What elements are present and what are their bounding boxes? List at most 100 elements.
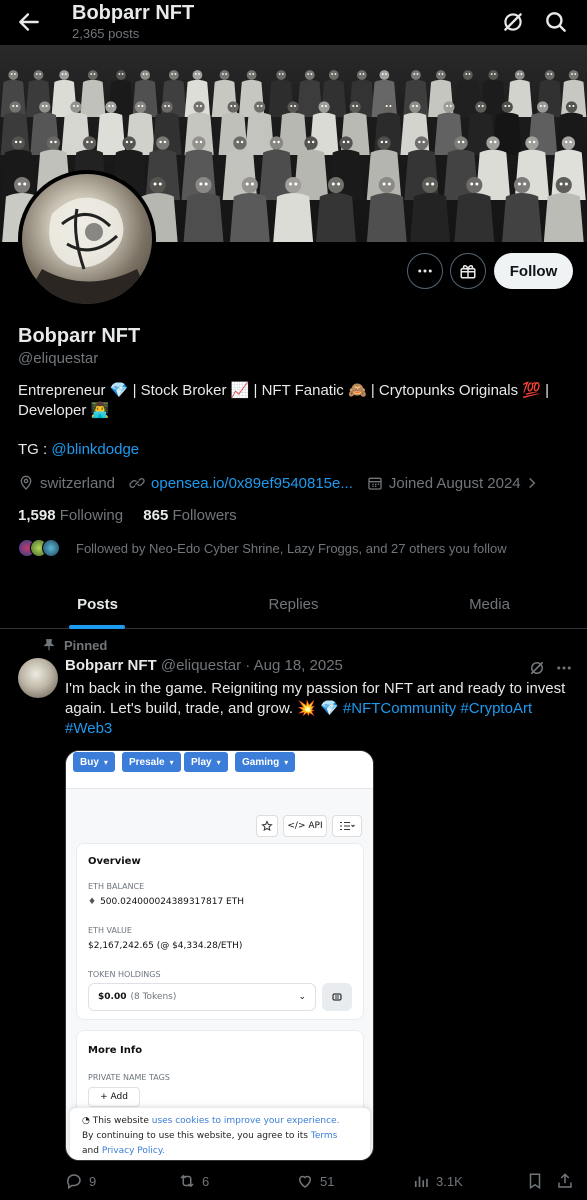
location-pin-icon	[20, 475, 32, 490]
grok-icon[interactable]	[500, 9, 526, 35]
media-cookie-line-1: ◔ This website uses cookies to improve y…	[82, 1114, 358, 1129]
pin-icon	[43, 639, 55, 651]
post-actions: 9 6 51 3.1K	[0, 1172, 587, 1194]
media-token-holdings-label: TOKEN HOLDINGS	[88, 970, 161, 979]
terms-link: Terms	[310, 1131, 338, 1141]
active-tab-indicator	[69, 625, 125, 629]
post-media-image[interactable]: </> API Overview ETH BALANCE ♦ 500.02400…	[65, 750, 374, 1161]
profile-meta: switzerland opensea.io/0x89ef9540815e...…	[18, 473, 545, 493]
bio-line-1: Entrepreneur 💎 | Stock Broker 📈 | NFT Fa…	[18, 382, 550, 399]
post-author-handle[interactable]: @eliquestar	[161, 657, 241, 674]
bookmark-button[interactable]	[526, 1172, 550, 1190]
location-item: switzerland	[18, 475, 115, 492]
media-overview-card: Overview ETH BALANCE ♦ 500.0240000243893…	[76, 843, 364, 1020]
media-star-icon	[256, 815, 278, 837]
post-author-avatar[interactable]	[18, 658, 58, 698]
bio-telegram: TG : @blinkdodge	[18, 441, 139, 458]
header-posts-count: 2,365 posts	[72, 26, 140, 41]
banner-figure	[297, 70, 323, 117]
followed-by-row[interactable]: Followed by Neo-Edo Cyber Shrine, Lazy F…	[18, 537, 507, 559]
follower-avatar	[42, 539, 60, 557]
post-more-icon[interactable]	[555, 659, 573, 677]
reply-count: 9	[89, 1173, 97, 1189]
cookie-prefix: This website	[92, 1116, 149, 1126]
media-eth-balance: ♦ 500.024000024389317817 ETH	[88, 897, 244, 907]
profile-bio: Entrepreneur 💎 | Stock Broker 📈 | NFT Fa…	[18, 381, 568, 421]
post-grok-icon[interactable]	[528, 659, 546, 677]
follow-button[interactable]: Follow	[494, 253, 573, 289]
tg-link[interactable]: @blinkdodge	[51, 441, 139, 458]
media-pill-play: Play ▾	[184, 752, 228, 772]
media-eth-value-label: ETH VALUE	[88, 926, 132, 935]
joined-text: Joined August 2024	[388, 474, 521, 492]
hashtag[interactable]: #NFTCommunity	[343, 700, 456, 717]
pinned-label: Pinned	[64, 637, 108, 653]
share-button[interactable]	[556, 1172, 580, 1190]
privacy-link: Privacy Policy.	[101, 1146, 165, 1156]
post-date[interactable]: Aug 18, 2025	[254, 657, 343, 674]
following-link[interactable]: 1,598 Following	[18, 507, 123, 524]
hashtag[interactable]: #Web3	[65, 720, 112, 737]
media-token-count: (8 Tokens)	[130, 992, 177, 1002]
website-link[interactable]: opensea.io/0x89ef9540815e...	[151, 475, 353, 492]
search-icon[interactable]	[543, 9, 569, 35]
like-button[interactable]: 51	[296, 1172, 334, 1190]
media-pill-gaming: Gaming ▾	[235, 752, 296, 772]
views-chart-icon	[414, 1176, 428, 1187]
reply-button[interactable]: 9	[65, 1172, 96, 1190]
header-title: Bobparr NFT	[72, 2, 195, 24]
media-api-button: </> API	[283, 815, 327, 837]
website-item[interactable]: opensea.io/0x89ef9540815e...	[129, 475, 353, 492]
media-private-tags-label: PRIVATE NAME TAGS	[88, 1073, 170, 1082]
media-chevron-down-icon: ⌄	[298, 992, 306, 1002]
media-overview-title: Overview	[88, 856, 141, 867]
post-text: I'm back in the game. Reigniting my pass…	[65, 679, 570, 739]
back-arrow-icon[interactable]	[16, 9, 42, 35]
location-text: switzerland	[40, 474, 116, 492]
repost-count: 6	[202, 1173, 210, 1189]
chevron-right-icon[interactable]	[525, 475, 539, 491]
banner-figure	[80, 70, 106, 117]
cookie-line-2-text: By continuing to use this website, you a…	[82, 1131, 308, 1141]
views-button[interactable]: 3.1K	[412, 1172, 463, 1190]
media-pill-presale: Presale ▾	[122, 752, 181, 772]
following-count: 1,598	[18, 507, 56, 524]
repost-button[interactable]: 6	[178, 1172, 209, 1190]
more-dots-icon	[418, 269, 432, 273]
followed-by-text: Followed by Neo-Edo Cyber Shrine, Lazy F…	[76, 540, 507, 556]
profile-handle: @eliquestar	[18, 350, 99, 367]
tab-media[interactable]: Media	[392, 580, 587, 628]
like-count: 51	[320, 1173, 335, 1189]
profile-tabs: Posts Replies Media	[0, 580, 587, 629]
view-count: 3.1K	[436, 1173, 463, 1189]
reply-icon	[67, 1174, 81, 1190]
bio-line-2: Developer 👨‍💻	[18, 402, 110, 419]
following-label: Following	[59, 507, 124, 524]
followers-count: 865	[143, 507, 169, 524]
link-icon	[129, 478, 145, 488]
media-add-button: + Add	[88, 1087, 140, 1107]
media-eth-value: $2,167,242.65 (@ $4,334.28/ETH)	[88, 941, 243, 951]
gift-button[interactable]	[450, 253, 486, 289]
pinned-indicator: Pinned	[42, 636, 107, 654]
tab-replies[interactable]: Replies	[195, 580, 392, 628]
media-pill-buy: Buy ▾	[73, 752, 115, 772]
media-more-info-title: More Info	[88, 1045, 143, 1056]
post-author-name[interactable]: Bobparr NFT	[65, 657, 157, 674]
post-separator: ·	[245, 657, 251, 674]
profile-name: Bobparr NFT	[18, 325, 141, 347]
more-options-button[interactable]	[407, 253, 443, 289]
media-cookie-banner: ◔ This website uses cookies to improve y…	[70, 1108, 370, 1160]
heart-icon	[298, 1175, 312, 1188]
hashtag[interactable]: #CryptoArt	[460, 700, 532, 717]
tab-posts[interactable]: Posts	[0, 580, 195, 628]
calendar-icon	[368, 477, 382, 490]
media-cookie-line-2: By continuing to use this website, you a…	[82, 1129, 358, 1144]
follow-counts: 1,598 Following 865 Followers	[18, 507, 237, 524]
avatar-artwork	[22, 197, 152, 304]
profile-avatar[interactable]	[18, 170, 156, 308]
joined-item: Joined August 2024	[367, 475, 521, 492]
and-text: and	[82, 1146, 99, 1156]
followers-link[interactable]: 865 Followers	[143, 507, 236, 524]
gift-icon	[460, 264, 476, 279]
